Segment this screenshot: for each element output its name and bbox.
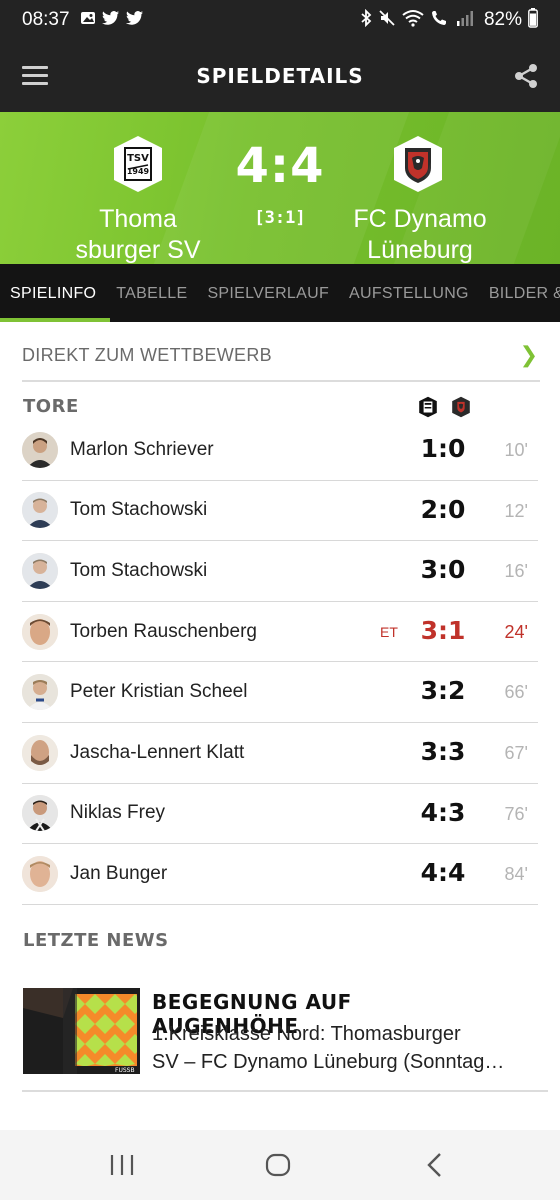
chevron-right-icon: ❯ — [519, 342, 538, 367]
avatar — [22, 855, 58, 892]
app-bar: SPIELDETAILS — [0, 40, 560, 112]
goal-scorer: Niklas Frey — [70, 802, 166, 824]
signal-icon — [456, 9, 474, 32]
goal-row[interactable]: Jan Bunger 4:4 84' — [22, 844, 538, 905]
goal-minute: 67' — [504, 742, 528, 763]
image-icon — [80, 10, 96, 31]
call-icon — [430, 9, 450, 32]
news-teaser-line1: 1.Kreisklasse Nord: Thomasburger — [152, 1023, 461, 1045]
goal-minute: 16' — [504, 561, 528, 582]
competition-link-label: DIREKT ZUM WETTBEWERB — [22, 344, 272, 365]
goals-list: Marlon Schriever 1:0 10' Tom Stachowski … — [22, 420, 538, 905]
goal-row[interactable]: Torben Rauschenberg ET 3:1 24' — [22, 602, 538, 663]
goal-score: 2:0 — [420, 494, 466, 524]
goal-scorer: Marlon Schriever — [70, 438, 214, 460]
match-score: 4:4 — [235, 138, 325, 194]
goal-score: 3:1 — [420, 615, 466, 645]
avatar — [22, 734, 58, 771]
away-team-crest[interactable] — [391, 134, 445, 194]
status-bar: 08:37 82% — [0, 0, 560, 40]
away-team-name[interactable]: FC Dynamo Lüneburg — [330, 204, 510, 264]
menu-icon[interactable] — [22, 66, 48, 86]
home-team-name[interactable]: Thoma sburger SV — [48, 204, 228, 264]
page-title: SPIELDETAILS — [196, 64, 364, 88]
goal-score: 3:0 — [420, 555, 466, 585]
news-thumb-caption: FUSSB — [115, 1067, 135, 1074]
home-team-name-line2: sburger SV — [75, 236, 201, 264]
goal-minute: 12' — [504, 500, 528, 521]
avatar — [22, 552, 58, 589]
goal-score: 4:4 — [420, 858, 466, 888]
match-header: TSV 1949 4:4 [3:1] Thoma sburger SV FC D… — [0, 112, 560, 264]
news-item[interactable]: FUSSB BEGEGNUNG AUF AUGENHÖHE 1.Kreiskla… — [22, 986, 548, 1092]
tab-bilder[interactable]: BILDER & — [479, 264, 560, 322]
goal-scorer: Tom Stachowski — [70, 499, 208, 521]
away-team-mini-crest — [451, 396, 471, 418]
goal-minute: 84' — [504, 864, 528, 885]
goal-minute: 76' — [504, 803, 528, 824]
goal-score: 3:2 — [420, 676, 466, 706]
mute-icon — [378, 9, 396, 32]
goal-row[interactable]: Marlon Schriever 1:0 10' — [22, 420, 538, 481]
tab-bar: SPIELINFO TABELLE SPIELVERLAUF AUFSTELLU… — [0, 264, 560, 322]
goal-scorer: Peter Kristian Scheel — [70, 681, 248, 703]
goal-minute: 10' — [504, 440, 528, 460]
goal-row[interactable]: Tom Stachowski 3:0 16' — [22, 541, 538, 602]
wifi-icon — [402, 9, 424, 32]
away-team-name-line2: Lüneburg — [367, 236, 473, 264]
tab-tabelle[interactable]: TABELLE — [106, 264, 197, 322]
home-icon[interactable] — [263, 1150, 293, 1180]
news-teaser-line2: SV – FC Dynamo Lüneburg (Sonntag… — [152, 1051, 505, 1073]
bluetooth-icon — [360, 8, 372, 32]
battery-icon — [528, 7, 538, 33]
home-team-mini-crest — [418, 396, 438, 418]
goal-scorer: Jan Bunger — [70, 862, 168, 884]
goal-minute: 66' — [504, 682, 528, 703]
goal-scorer: Jascha-Lennert Klatt — [70, 741, 245, 763]
goal-score: 1:0 — [420, 434, 466, 463]
goal-row[interactable]: Niklas Frey 4:3 76' — [22, 784, 538, 845]
system-nav-bar — [0, 1130, 560, 1200]
away-team-name-line1: FC Dynamo — [353, 205, 487, 233]
goal-row[interactable]: Peter Kristian Scheel 3:2 66' — [22, 662, 538, 723]
share-icon[interactable] — [512, 62, 540, 90]
goals-section-title: TORE — [23, 396, 79, 417]
tab-spielverlauf[interactable]: SPIELVERLAUF — [197, 264, 339, 322]
avatar — [22, 492, 58, 529]
recent-apps-icon[interactable] — [107, 1150, 137, 1180]
own-goal-badge: ET — [380, 623, 398, 640]
news-thumbnail: FUSSB — [23, 988, 140, 1074]
avatar — [22, 613, 58, 650]
news-headline-line1: BEGEGNUNG AUF — [152, 990, 352, 1014]
tab-spielinfo[interactable]: SPIELINFO — [0, 264, 111, 322]
goal-score: 4:3 — [420, 797, 466, 827]
goal-row[interactable]: Jascha-Lennert Klatt 3:3 67' — [22, 723, 538, 784]
goal-scorer: Torben Rauschenberg — [70, 620, 257, 642]
avatar — [22, 795, 58, 832]
status-time: 08:37 — [22, 9, 70, 30]
back-icon[interactable] — [420, 1150, 450, 1180]
avatar — [22, 431, 58, 468]
battery-level: 82% — [483, 9, 522, 30]
competition-link[interactable]: DIREKT ZUM WETTBEWERB ❯ — [22, 330, 540, 382]
goal-scorer: Tom Stachowski — [70, 559, 208, 581]
home-team-name-line1: Thoma — [99, 205, 177, 233]
tab-aufstellung[interactable]: AUFSTELLUNG — [339, 264, 479, 322]
goal-row[interactable]: Tom Stachowski 2:0 12' — [22, 481, 538, 542]
news-section-title: LETZTE NEWS — [23, 930, 169, 951]
goal-minute: 24' — [504, 621, 528, 642]
goal-score: 3:3 — [420, 736, 466, 766]
twitter-icon — [125, 10, 144, 31]
twitter-icon — [101, 10, 120, 31]
avatar — [22, 674, 58, 711]
